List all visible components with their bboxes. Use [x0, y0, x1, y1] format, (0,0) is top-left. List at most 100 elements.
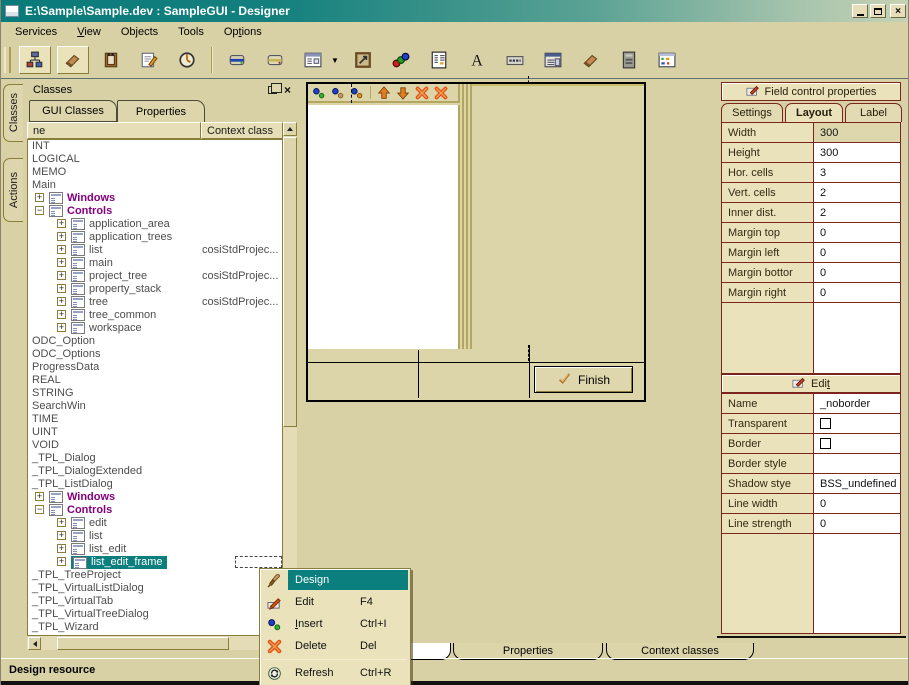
toolbar-button-image-frame[interactable] [347, 46, 379, 74]
tree-item-main[interactable]: +main [28, 257, 282, 270]
expand-toggle-icon[interactable]: + [57, 219, 66, 228]
expand-toggle-icon[interactable]: + [57, 557, 66, 566]
tab-gui-classes[interactable]: GUI Classes [29, 100, 117, 122]
design-toolbar-button-arrow-down[interactable] [395, 85, 411, 101]
design-toolbar-button-delete-x[interactable] [433, 85, 449, 101]
tree-item-tpl-dialogextended[interactable]: _TPL_DialogExtended [28, 465, 282, 478]
toolbar-button-hierarchy[interactable] [19, 46, 51, 74]
tree-item-property-stack[interactable]: +property_stack [28, 283, 282, 296]
tree-item-tree-common[interactable]: +tree_common [28, 309, 282, 322]
tree-item-windows[interactable]: +Windows [28, 192, 282, 205]
tree-item-progressdata[interactable]: ProgressData [28, 361, 282, 374]
expand-toggle-icon[interactable]: + [57, 258, 66, 267]
expand-toggle-icon[interactable]: + [35, 193, 44, 202]
menu-objects[interactable]: Objects [111, 23, 168, 41]
property-value-margin-right[interactable]: 0 [814, 283, 900, 302]
toolbar-button-table-list[interactable] [423, 46, 455, 74]
property-value-shadow-stye[interactable]: BSS_undefined [814, 474, 900, 493]
close-button[interactable]: × [890, 4, 906, 18]
minimize-button[interactable] [852, 4, 868, 18]
tree-item-list[interactable]: +list [28, 530, 282, 543]
toolbar-button-book[interactable] [95, 46, 127, 74]
design-cell-area[interactable] [472, 84, 644, 349]
design-toolbar-button-balls-insert[interactable] [311, 85, 327, 101]
checkbox-border[interactable] [820, 438, 831, 449]
design-canvas-dialog[interactable]: Finish [306, 82, 646, 402]
finish-button[interactable]: Finish [534, 366, 633, 393]
toolbar-button-eraser[interactable] [57, 46, 89, 74]
column-header-context-class[interactable]: Context class [201, 122, 283, 139]
tree-item-void[interactable]: VOID [28, 439, 282, 452]
checkbox-transparent[interactable] [820, 418, 831, 429]
title-bar[interactable]: E:\Sample\Sample.dev : SampleGUI - Desig… [1, 0, 909, 22]
tree-item-list-edit-frame[interactable]: +list_edit_frame [28, 556, 282, 569]
context-menu-item-insert[interactable]: InsertCtrl+I [260, 613, 410, 635]
property-value-margin-left[interactable]: 0 [814, 243, 900, 262]
scroll-up-button[interactable] [283, 122, 297, 136]
property-value-hor-cells[interactable]: 3 [814, 163, 900, 182]
expand-toggle-icon[interactable]: + [57, 323, 66, 332]
property-value-margin-top[interactable]: 0 [814, 223, 900, 242]
tree-item-project-tree[interactable]: +project_treecosiStdProjec... [28, 270, 282, 283]
tree-item-string[interactable]: STRING [28, 387, 282, 400]
tree-item-list-edit[interactable]: +list_edit [28, 543, 282, 556]
tab-properties-left[interactable]: Properties [117, 100, 205, 122]
side-tab-classes[interactable]: Classes [3, 84, 23, 142]
tree-item-tpl-wizard[interactable]: _TPL_Wizard [28, 621, 282, 634]
toolbar-button-clock[interactable] [171, 46, 203, 74]
toolbar-button-drive-gray[interactable] [259, 46, 291, 74]
expand-toggle-icon[interactable]: + [57, 531, 66, 540]
design-toolbar-button-arrow-up[interactable] [376, 85, 392, 101]
expand-toggle-icon[interactable]: + [57, 232, 66, 241]
menu-services[interactable]: Services [5, 23, 67, 41]
tree-item-main[interactable]: Main [28, 179, 282, 192]
designed-list-control[interactable] [308, 105, 460, 349]
tree-item-int[interactable]: INT [28, 140, 282, 153]
menu-options[interactable]: Options [214, 23, 272, 41]
property-value-margin-bottor[interactable]: 0 [814, 263, 900, 282]
tree-item-tpl-treeproject[interactable]: _TPL_TreeProject [28, 569, 282, 582]
expand-toggle-icon[interactable]: + [57, 284, 66, 293]
expand-toggle-icon[interactable]: + [57, 245, 66, 254]
tree-item-tpl-listdialog[interactable]: _TPL_ListDialog [28, 478, 282, 491]
expand-toggle-icon[interactable]: − [35, 206, 44, 215]
expand-toggle-icon[interactable]: − [35, 505, 44, 514]
tab-label[interactable]: Label [845, 103, 902, 122]
tree-item-odc-option[interactable]: ODC_Option [28, 335, 282, 348]
toolbar-button-edit-doc[interactable] [133, 46, 165, 74]
property-value-border-style[interactable] [814, 454, 900, 473]
tree-item-odc-options[interactable]: ODC_Options [28, 348, 282, 361]
expand-toggle-icon[interactable]: + [57, 544, 66, 553]
context-menu-item-delete[interactable]: DeleteDel [260, 635, 410, 657]
property-value-line-strength[interactable]: 0 [814, 514, 900, 533]
tree-item-tpl-virtualtreedialog[interactable]: _TPL_VirtualTreeDialog [28, 608, 282, 621]
scroll-left-button[interactable] [28, 637, 41, 650]
property-value-inner-dist[interactable]: 2 [814, 203, 900, 222]
tree-item-time[interactable]: TIME [28, 413, 282, 426]
tree-item-application-trees[interactable]: +application_trees [28, 231, 282, 244]
property-value-vert-cells[interactable]: 2 [814, 183, 900, 202]
tree-item-edit[interactable]: +edit [28, 517, 282, 530]
tree-item-controls[interactable]: −Controls [28, 504, 282, 517]
expand-toggle-icon[interactable]: + [57, 310, 66, 319]
property-value-line-width[interactable]: 0 [814, 494, 900, 513]
toolbar-button-ribbon[interactable] [385, 46, 417, 74]
column-header-name[interactable]: ne [27, 122, 201, 139]
tree-item-uint[interactable]: UINT [28, 426, 282, 439]
splitter-handle[interactable] [462, 84, 472, 349]
side-tab-actions[interactable]: Actions [3, 158, 23, 222]
expand-toggle-icon[interactable]: + [57, 518, 66, 527]
property-value-height[interactable]: 300 [814, 143, 900, 162]
float-panel-icon[interactable] [268, 86, 277, 94]
tab-layout[interactable]: Layout [785, 103, 843, 122]
toolbar-button-eraser[interactable] [575, 46, 607, 74]
tree-item-tpl-virtualtab[interactable]: _TPL_VirtualTab [28, 595, 282, 608]
tree-item-tpl-dialog[interactable]: _TPL_Dialog [28, 452, 282, 465]
context-menu-item-refresh[interactable]: RefreshCtrl+R [260, 662, 410, 684]
tree-item-logical[interactable]: LOGICAL [28, 153, 282, 166]
field-control-properties-header[interactable]: Field control properties [721, 82, 901, 101]
toolbar-button-drive-blue[interactable] [221, 46, 253, 74]
toolbar-button-window-list[interactable] [537, 46, 569, 74]
tree-item-list[interactable]: +listcosiStdProjec... [28, 244, 282, 257]
horizontal-scroll-thumb[interactable] [57, 637, 229, 650]
